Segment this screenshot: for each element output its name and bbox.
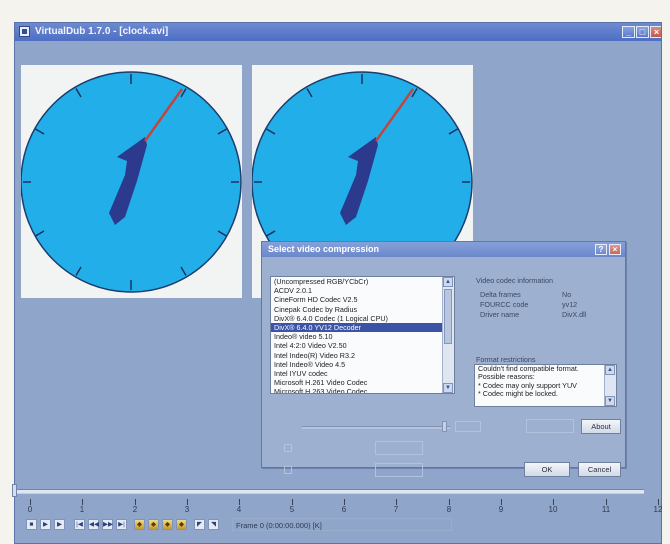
timeline-tick-label: 2 bbox=[132, 505, 138, 514]
codec-list-item[interactable]: Intel 4:2:0 Video V2.50 bbox=[271, 341, 444, 350]
codec-list-item[interactable]: Microsoft H.263 Video Codec bbox=[271, 387, 444, 393]
start-icon[interactable]: |◀ bbox=[74, 519, 85, 530]
forward-icon[interactable]: ▶▶ bbox=[102, 519, 113, 530]
quality-value-box[interactable] bbox=[455, 421, 481, 432]
prev-scene-icon[interactable]: ◆ bbox=[162, 519, 173, 530]
prev-keyframe-icon[interactable]: ◆ bbox=[134, 519, 145, 530]
play-output-icon[interactable]: ▶ bbox=[54, 519, 65, 530]
scroll-up-icon[interactable]: ▲ bbox=[443, 277, 453, 287]
timeline-tick-label: 6 bbox=[341, 505, 347, 514]
scroll-thumb[interactable] bbox=[444, 289, 452, 344]
select-video-compression-dialog: Select video compression ? × (Uncompress… bbox=[261, 241, 626, 477]
codec-list-items: (Uncompressed RGB/YCbCr) ACDV 2.0.1 CineFo… bbox=[271, 277, 454, 393]
timeline-tick-label: 11 bbox=[601, 505, 611, 514]
scroll-up-icon[interactable]: ▲ bbox=[605, 365, 615, 375]
timeline-tick-label: 3 bbox=[184, 505, 190, 514]
virtualdub-window: VirtualDub 1.7.0 - [clock.avi] _ □ × Sel… bbox=[14, 22, 662, 544]
play-input-icon[interactable]: ▶ bbox=[40, 519, 51, 530]
timeline-tick-label: 10 bbox=[548, 505, 558, 514]
delta-frames-value: No bbox=[562, 290, 572, 299]
driver-name-value: DivX.dll bbox=[562, 310, 587, 319]
configure-button[interactable] bbox=[526, 419, 574, 433]
cancel-button[interactable]: Cancel bbox=[578, 462, 621, 477]
timeline-tick-label: 0 bbox=[27, 505, 33, 514]
dialog-title-bar[interactable]: Select video compression ? × bbox=[262, 242, 625, 257]
window-title: VirtualDub 1.7.0 - [clock.avi] bbox=[35, 26, 169, 37]
quality-slider-track[interactable] bbox=[302, 426, 450, 429]
minimize-button[interactable]: _ bbox=[622, 26, 635, 38]
app-icon[interactable] bbox=[19, 26, 30, 37]
scroll-down-icon[interactable]: ▼ bbox=[443, 383, 453, 393]
codec-list-item[interactable]: Cinepak Codec by Radius bbox=[271, 305, 444, 314]
fourcc-value: yv12 bbox=[562, 300, 578, 309]
timeline-tick-label: 7 bbox=[393, 505, 399, 514]
keyframe-checkbox[interactable] bbox=[284, 444, 292, 452]
codec-list-item[interactable]: DivX® 6.4.0 Codec (1 Logical CPU) bbox=[271, 314, 444, 323]
next-keyframe-icon[interactable]: ◆ bbox=[148, 519, 159, 530]
close-button[interactable]: × bbox=[650, 26, 661, 38]
about-button[interactable]: About bbox=[581, 419, 621, 434]
dialog-title: Select video compression bbox=[268, 244, 380, 254]
codec-list-item[interactable]: Intel IYUV codec bbox=[271, 369, 444, 378]
input-clock-frame bbox=[21, 71, 242, 293]
restrictions-scrollbar[interactable]: ▲ ▼ bbox=[604, 365, 616, 406]
back-icon[interactable]: ◀◀ bbox=[88, 519, 99, 530]
codec-list-item[interactable]: Indeo® video 5.10 bbox=[271, 332, 444, 341]
data-rate-field[interactable] bbox=[375, 463, 423, 477]
position-slider[interactable] bbox=[12, 484, 644, 497]
codec-list-item[interactable]: CineForm HD Codec V2.5 bbox=[271, 295, 444, 304]
background-window-title bbox=[150, 8, 570, 22]
codec-list-item[interactable]: Intel Indeo(R) Video R3.2 bbox=[271, 351, 444, 360]
timeline-tick-label: 5 bbox=[289, 505, 295, 514]
timeline-tick-label: 1 bbox=[79, 505, 85, 514]
delta-frames-label: Delta frames bbox=[480, 290, 521, 299]
stop-icon[interactable]: ■ bbox=[26, 519, 37, 530]
timeline-tick-label: 4 bbox=[236, 505, 242, 514]
timeline-tick-label: 9 bbox=[498, 505, 504, 514]
end-icon[interactable]: ▶| bbox=[116, 519, 127, 530]
quality-slider-thumb[interactable] bbox=[442, 421, 447, 432]
maximize-button[interactable]: □ bbox=[636, 26, 649, 38]
frame-readout: Frame 0 (0:00:00.000) [K] bbox=[236, 521, 322, 530]
codec-list-item[interactable]: Intel Indeo® Video 4.5 bbox=[271, 360, 444, 369]
codec-info-group-label: Video codec information bbox=[476, 276, 553, 285]
codec-list-item[interactable]: ACDV 2.0.1 bbox=[271, 286, 444, 295]
keyframe-interval-field[interactable] bbox=[375, 441, 423, 455]
timeline-tick-label: 8 bbox=[446, 505, 452, 514]
data-rate-checkbox[interactable] bbox=[284, 466, 292, 474]
mark-in-icon[interactable]: ◤ bbox=[194, 519, 205, 530]
scroll-down-icon[interactable]: ▼ bbox=[605, 396, 615, 406]
format-restrictions-label: Format restrictions bbox=[476, 355, 536, 364]
mark-out-icon[interactable]: ◥ bbox=[208, 519, 219, 530]
timeline-track[interactable] bbox=[14, 489, 644, 494]
restriction-line: * Codec might be locked. bbox=[478, 389, 558, 399]
timeline-handle[interactable] bbox=[12, 484, 17, 497]
format-restrictions-box: Couldn't find compatible format. Possibl… bbox=[474, 364, 617, 407]
codec-list-item[interactable]: Microsoft H.261 Video Codec bbox=[271, 378, 444, 387]
input-video-pane[interactable] bbox=[21, 65, 242, 298]
driver-name-label: Driver name bbox=[480, 310, 520, 319]
codec-list-item[interactable]: DivX® 6.4.0 YV12 Decoder bbox=[271, 322, 444, 333]
codec-list-scrollbar[interactable]: ▲ ▼ bbox=[442, 277, 454, 393]
ok-button[interactable]: OK bbox=[524, 462, 570, 477]
codec-list[interactable]: (Uncompressed RGB/YCbCr) ACDV 2.0.1 CineFo… bbox=[270, 276, 455, 394]
dialog-help-button[interactable]: ? bbox=[595, 244, 607, 255]
menu-bar bbox=[19, 43, 657, 53]
title-bar[interactable]: VirtualDub 1.7.0 - [clock.avi] _ □ × bbox=[15, 23, 661, 41]
next-scene-icon[interactable]: ◆ bbox=[176, 519, 187, 530]
fourcc-label: FOURCC code bbox=[480, 300, 529, 309]
screenshot-canvas: VirtualDub 1.7.0 - [clock.avi] _ □ × Sel… bbox=[0, 0, 670, 544]
dialog-close-button[interactable]: × bbox=[609, 244, 621, 255]
codec-list-item[interactable]: (Uncompressed RGB/YCbCr) bbox=[271, 277, 444, 286]
timeline-tick-label: 12 bbox=[653, 505, 663, 514]
